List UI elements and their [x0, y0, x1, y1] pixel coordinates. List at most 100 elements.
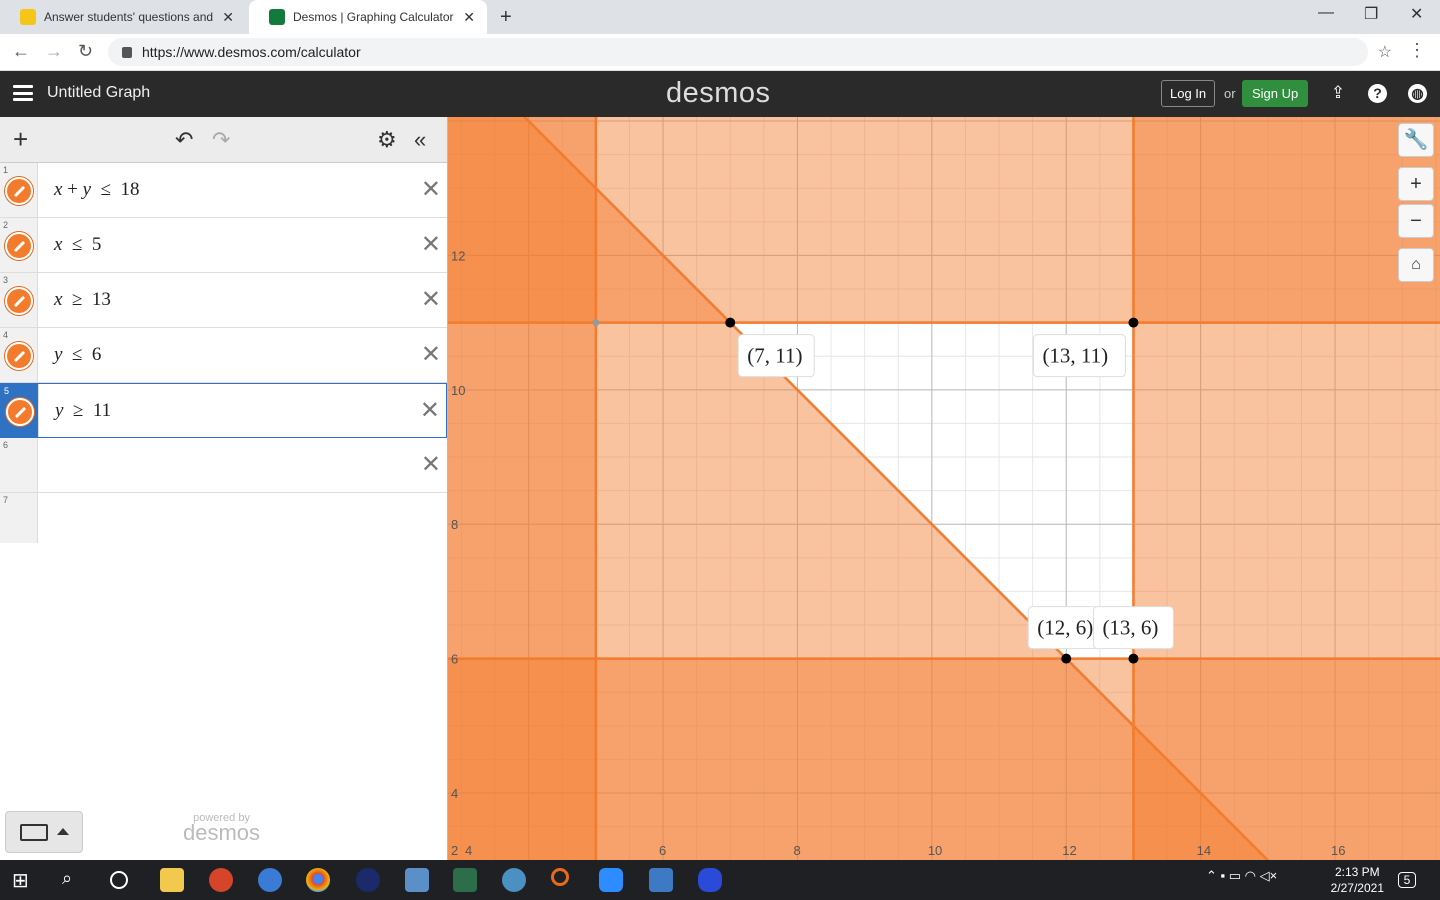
expression-row[interactable]: 4 y ≤ 6 ✕ — [0, 328, 447, 383]
address-bar: ← → ↻ https://www.desmos.com/calculator … — [0, 34, 1440, 71]
app-icon-bug[interactable] — [502, 868, 526, 892]
bookmark-star-icon[interactable]: ☆ — [1378, 42, 1392, 62]
x-axis-tick-label: 16 — [1331, 843, 1345, 858]
default-viewport-home-button[interactable]: ⌂ — [1398, 248, 1434, 282]
file-explorer-icon[interactable] — [160, 868, 184, 892]
forward-icon[interactable]: → — [45, 41, 63, 62]
back-icon[interactable]: ← — [12, 41, 30, 62]
app-icon-pen[interactable] — [405, 868, 429, 892]
signup-button[interactable]: Sign Up — [1242, 80, 1309, 107]
windows-start-icon[interactable]: ⊞ — [12, 868, 36, 892]
search-icon[interactable]: ⌕ — [62, 868, 86, 892]
x-axis-tick-label: 8 — [793, 843, 800, 858]
expression-math[interactable]: y ≥ 11 — [55, 400, 111, 422]
app-icon-search-orange[interactable] — [551, 868, 569, 886]
point-marker — [725, 317, 736, 328]
y-axis-tick-label: 6 — [451, 652, 458, 667]
app-icon-dark[interactable] — [356, 868, 380, 892]
zoom-in-button[interactable]: + — [1398, 167, 1434, 201]
taskbar-clock[interactable]: 2:13 PM 2/27/2021 — [1331, 864, 1384, 896]
expression-math[interactable]: x + y ≤ 18 — [54, 179, 140, 201]
keyboard-icon — [20, 824, 48, 841]
expression-color-swatch-icon[interactable] — [5, 232, 33, 260]
powered-by-logo: desmos — [183, 820, 261, 845]
minimize-icon[interactable]: — — [1318, 4, 1334, 22]
desmos-logo: desmos — [666, 77, 771, 109]
expression-row[interactable]: 3 x ≥ 13 ✕ — [0, 273, 447, 328]
url-field[interactable]: https://www.desmos.com/calculator — [108, 38, 1368, 66]
mail-icon[interactable] — [258, 868, 282, 892]
expression-math[interactable]: y ≤ 6 — [54, 344, 101, 366]
expression-number: 7 — [3, 495, 9, 505]
restore-icon[interactable]: ❐ — [1364, 4, 1378, 24]
tab-title: Answer students' questions and l — [44, 10, 214, 24]
system-tray-icons[interactable]: ⌃ ▪ ▭ ◠ ◁× — [1206, 868, 1321, 892]
close-window-icon[interactable]: ✕ — [1410, 4, 1423, 24]
collapse-panel-icon[interactable]: « — [414, 127, 426, 153]
zoom-app-icon[interactable] — [599, 868, 623, 892]
expression-toolbar: + ↶ ↷ ⚙ « — [0, 117, 447, 163]
zoom-out-button[interactable]: − — [1398, 204, 1434, 238]
chrome-icon[interactable] — [306, 868, 330, 892]
expression-number: 3 — [3, 275, 9, 285]
keyboard-toggle-button[interactable] — [5, 811, 83, 853]
expression-math[interactable]: x ≥ 13 — [54, 289, 111, 311]
expression-color-swatch-icon[interactable] — [5, 177, 33, 205]
clock-date: 2/27/2021 — [1330, 881, 1384, 895]
expression-color-swatch-icon[interactable] — [6, 398, 34, 426]
expression-color-swatch-icon[interactable] — [5, 287, 33, 315]
graph-canvas[interactable]: 246810121416184681012(7, 11)(13, 11)(12,… — [448, 117, 1440, 860]
reload-icon[interactable]: ↻ — [78, 41, 93, 62]
browser-tab-answer[interactable]: Answer students' questions and l ✕ — [0, 0, 246, 34]
x-axis-tick-label: 14 — [1197, 843, 1211, 858]
expression-number: 1 — [3, 165, 9, 175]
expression-row[interactable]: 5 y ≥ 11 ✕ — [0, 383, 447, 438]
help-icon[interactable]: ? — [1368, 84, 1387, 103]
expression-gutter: 7 — [0, 493, 38, 543]
malwarebytes-icon[interactable] — [698, 868, 722, 892]
tab-title: Desmos | Graphing Calculator — [293, 10, 454, 24]
x-axis-tick-label: 4 — [465, 843, 472, 858]
delete-expression-icon[interactable]: ✕ — [421, 230, 441, 259]
app-icon-news[interactable] — [649, 868, 673, 892]
app-icon-shield[interactable] — [453, 868, 477, 892]
y-axis-tick-label: 4 — [451, 786, 458, 801]
add-item-icon[interactable]: + — [13, 124, 28, 155]
point-label: (7, 11) — [747, 344, 802, 368]
login-button[interactable]: Log In — [1161, 80, 1216, 107]
y-axis-tick-label: 10 — [451, 383, 465, 398]
close-tab-icon[interactable]: ✕ — [463, 9, 475, 26]
expression-math[interactable]: x ≤ 5 — [54, 234, 101, 256]
expression-color-swatch-icon[interactable] — [5, 342, 33, 370]
graph-title[interactable]: Untitled Graph — [47, 84, 150, 102]
delete-expression-icon[interactable]: ✕ — [421, 285, 441, 314]
close-tab-icon[interactable]: ✕ — [222, 9, 234, 26]
expression-number: 6 — [3, 440, 9, 450]
graph-paper[interactable]: 246810121416184681012(7, 11)(13, 11)(12,… — [448, 117, 1440, 860]
expression-row[interactable]: 1 x + y ≤ 18 ✕ — [0, 163, 447, 218]
new-tab-icon[interactable]: + — [500, 6, 512, 29]
x-axis-tick-label: 10 — [928, 843, 942, 858]
delete-expression-icon[interactable]: ✕ — [420, 396, 440, 425]
graph-settings-wrench-button[interactable]: 🔧 — [1398, 123, 1434, 157]
browser-tab-desmos[interactable]: Desmos | Graphing Calculator ✕ — [249, 0, 487, 34]
expression-row[interactable]: 7 — [0, 493, 447, 543]
delete-expression-icon[interactable]: ✕ — [421, 175, 441, 204]
ccleaner-icon[interactable] — [209, 868, 233, 892]
redo-icon[interactable]: ↷ — [212, 127, 230, 153]
task-view-icon[interactable] — [110, 871, 128, 889]
notification-icon[interactable]: 5 — [1398, 872, 1416, 888]
brainly-favicon-icon — [20, 9, 36, 25]
settings-gear-icon[interactable]: ⚙ — [377, 127, 397, 153]
expression-row[interactable]: 6 ✕ — [0, 438, 447, 493]
lock-icon — [122, 46, 132, 58]
point-label: (13, 11) — [1042, 344, 1108, 368]
browser-menu-icon[interactable]: ⋮ — [1408, 40, 1426, 61]
delete-expression-icon[interactable]: ✕ — [421, 450, 441, 479]
language-globe-icon[interactable]: ◍ — [1408, 84, 1427, 103]
delete-expression-icon[interactable]: ✕ — [421, 340, 441, 369]
undo-icon[interactable]: ↶ — [175, 127, 193, 153]
expression-row[interactable]: 2 x ≤ 5 ✕ — [0, 218, 447, 273]
hamburger-menu-icon[interactable] — [13, 85, 33, 101]
share-icon[interactable]: ⇪ — [1327, 82, 1349, 104]
